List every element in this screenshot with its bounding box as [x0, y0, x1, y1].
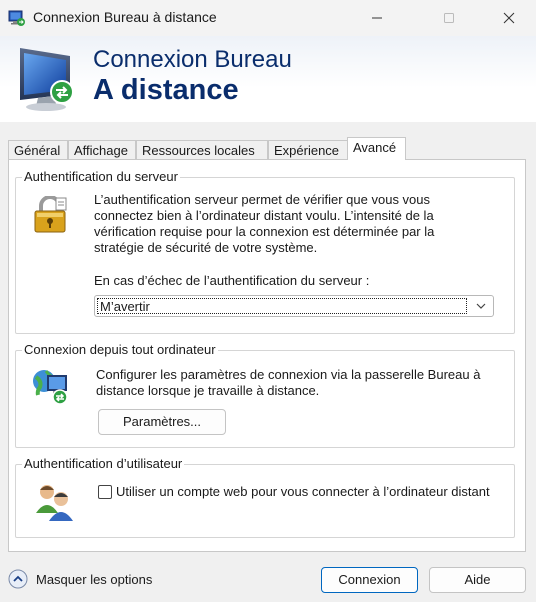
- tab-experience-label: Expérience: [274, 143, 340, 158]
- server-auth-group: Authentification du serveur L’authentifi…: [15, 169, 515, 334]
- web-account-checkbox-label[interactable]: Utiliser un compte web pour vous connect…: [116, 484, 490, 500]
- server-auth-desc-line1: L’authentification serveur permet de vér…: [94, 192, 431, 207]
- tab-local-resources[interactable]: Ressources locales: [136, 140, 268, 159]
- connect-button[interactable]: Connexion: [321, 567, 418, 593]
- close-icon: [503, 12, 515, 24]
- tab-general-label: Général: [14, 143, 61, 158]
- server-auth-desc-line3: vérification requise pour la connexion e…: [94, 224, 435, 239]
- server-auth-desc-line2: connectez bien à l’ordinateur distant vo…: [94, 208, 434, 223]
- globe-computer-icon: [33, 370, 68, 405]
- server-auth-failure-select[interactable]: M’avertir: [94, 295, 494, 317]
- web-account-checkbox[interactable]: [98, 485, 112, 499]
- maximize-button: [426, 0, 472, 36]
- remote-desktop-app-icon: [8, 10, 25, 26]
- user-auth-group: Authentification d’utilisateur Utiliser …: [15, 456, 515, 538]
- tab-general[interactable]: Général: [8, 140, 68, 159]
- server-auth-failure-label: En cas d’échec de l’authentification du …: [94, 273, 370, 288]
- server-auth-title: Authentification du serveur: [22, 169, 180, 184]
- user-auth-title: Authentification d’utilisateur: [22, 456, 185, 471]
- banner-title-line1: Connexion Bureau: [93, 46, 292, 73]
- tab-display[interactable]: Affichage: [68, 140, 136, 159]
- advanced-panel: Authentification du serveur L’authentifi…: [8, 159, 526, 552]
- users-icon: [36, 485, 73, 521]
- hide-options-toggle[interactable]: [8, 569, 28, 589]
- title-bar: Connexion Bureau à distance: [0, 0, 536, 36]
- remote-desktop-monitor-icon: [20, 48, 74, 111]
- banner-title-line2: A distance: [93, 74, 239, 106]
- hide-options-label[interactable]: Masquer les options: [36, 572, 152, 588]
- maximize-icon: [444, 13, 454, 23]
- settings-button[interactable]: Paramètres...: [98, 409, 226, 435]
- tab-display-label: Affichage: [74, 143, 128, 158]
- tab-advanced-label: Avancé: [353, 140, 397, 155]
- tab-experience[interactable]: Expérience: [268, 140, 348, 159]
- server-auth-failure-value: M’avertir: [97, 298, 467, 314]
- connect-anywhere-desc-line2: distance lorsque je travaille à distance…: [96, 383, 320, 398]
- minimize-button[interactable]: [354, 0, 400, 36]
- close-button[interactable]: [486, 0, 532, 36]
- chevron-up-icon: [8, 569, 28, 589]
- connect-anywhere-desc-line1: Configurer les paramètres de connexion v…: [96, 367, 481, 382]
- tab-advanced[interactable]: Avancé: [347, 137, 406, 160]
- minimize-icon: [372, 17, 382, 19]
- chevron-down-icon: [476, 303, 486, 309]
- window-title: Connexion Bureau à distance: [33, 9, 217, 25]
- lock-icon: [34, 196, 67, 233]
- help-button[interactable]: Aide: [429, 567, 526, 593]
- server-auth-desc-line4: stratégie de sécurité de votre système.: [94, 240, 318, 255]
- connect-anywhere-group: Connexion depuis tout ordinateur Configu…: [15, 342, 515, 448]
- banner: Connexion Bureau A distance: [0, 36, 536, 122]
- connect-anywhere-title: Connexion depuis tout ordinateur: [22, 342, 218, 357]
- tab-local-resources-label: Ressources locales: [142, 143, 255, 158]
